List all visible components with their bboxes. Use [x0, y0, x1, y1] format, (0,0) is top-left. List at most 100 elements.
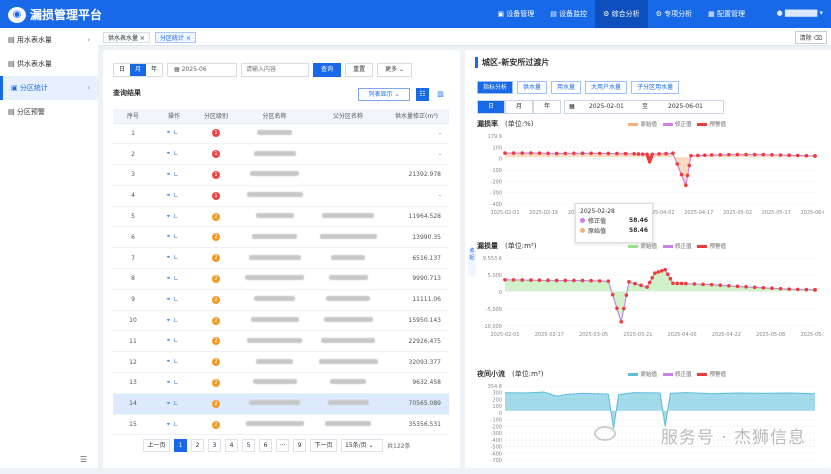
trend-chart-icon[interactable]: ∟: [173, 254, 181, 261]
warning-point[interactable]: [671, 151, 675, 156]
user-menu[interactable]: ● ▇▇▇▇▇▇ ▾: [777, 9, 823, 17]
sidebar-item-water-meter[interactable]: ▤ 用水表水量 ›: [0, 28, 98, 52]
warning-point[interactable]: [804, 287, 809, 292]
warning-point[interactable]: [675, 162, 680, 166]
start-date[interactable]: 2025-02-01: [589, 101, 624, 113]
legend-item[interactable]: 原始值: [628, 370, 657, 378]
warning-point[interactable]: [633, 281, 637, 286]
page-9-button[interactable]: 9: [293, 439, 306, 452]
warning-point[interactable]: [770, 286, 774, 291]
warning-point[interactable]: [752, 152, 757, 157]
warning-point[interactable]: [813, 154, 817, 158]
page-6-button[interactable]: 6: [259, 439, 272, 452]
warning-point[interactable]: [546, 278, 550, 283]
warning-point[interactable]: [735, 152, 740, 157]
warning-point[interactable]: [657, 152, 661, 156]
warning-point[interactable]: [804, 153, 809, 158]
warning-point[interactable]: [580, 151, 585, 156]
warning-point[interactable]: [615, 306, 619, 311]
page-1-button[interactable]: 1: [174, 439, 187, 452]
warning-point[interactable]: [787, 287, 791, 291]
prev-page-button[interactable]: 上一页: [143, 439, 170, 452]
warning-point[interactable]: [589, 278, 593, 283]
warning-point[interactable]: [580, 278, 585, 283]
warning-point[interactable]: [529, 151, 533, 155]
warning-point[interactable]: [687, 163, 692, 168]
metric-large-user-tab[interactable]: 大用户水量: [585, 81, 628, 94]
table-row[interactable]: 12 ⌖∟ 2 32093.377: [113, 351, 449, 374]
chart-view-icon[interactable]: ▥: [434, 88, 447, 101]
sidebar-item-zone-warning[interactable]: ▤ 分区预警: [0, 100, 98, 124]
warning-point[interactable]: [650, 275, 655, 280]
warning-point[interactable]: [718, 153, 723, 157]
page-3-button[interactable]: 3: [208, 439, 221, 452]
table-row[interactable]: 13 ⌖∟ 2 9632.458: [113, 372, 449, 394]
warning-point[interactable]: [692, 282, 697, 286]
day-option[interactable]: 日: [114, 64, 130, 76]
metric-analysis-tab[interactable]: 指标分析: [477, 81, 514, 94]
warning-point[interactable]: [639, 283, 643, 288]
table-row[interactable]: 5 ⌖∟ 2 11964.528: [113, 206, 449, 228]
search-button[interactable]: 查询: [313, 63, 342, 77]
warning-point[interactable]: [727, 152, 731, 157]
warning-point[interactable]: [615, 151, 619, 156]
table-row[interactable]: 6 ⌖∟ 2 13990.35: [113, 226, 449, 249]
warning-point[interactable]: [679, 172, 684, 177]
legend-item[interactable]: 预警值: [697, 120, 726, 128]
sidebar-item-zone-statistics[interactable]: ▣ 分区统计 ›: [0, 76, 98, 100]
warning-point[interactable]: [778, 286, 783, 291]
trend-chart-icon[interactable]: ∟: [173, 296, 181, 303]
trend-chart-icon[interactable]: ∟: [173, 358, 181, 365]
warning-point[interactable]: [610, 292, 615, 297]
nav-device-management[interactable]: ▣ 设备管理: [489, 0, 542, 28]
trend-chart-icon[interactable]: ∟: [173, 337, 181, 344]
nav-device-monitoring[interactable]: ▤ 设备监控: [542, 0, 595, 28]
warning-point[interactable]: [684, 183, 688, 188]
chart-day-option[interactable]: 日: [477, 100, 505, 114]
warning-point[interactable]: [665, 272, 670, 276]
page-2-button[interactable]: 2: [191, 439, 204, 452]
warning-point[interactable]: [668, 276, 673, 281]
legend-item[interactable]: 修正值: [662, 370, 691, 378]
warning-point[interactable]: [554, 278, 559, 283]
reset-button[interactable]: 重置: [345, 63, 374, 77]
warning-point[interactable]: [627, 280, 631, 284]
trend-chart-icon[interactable]: ∟: [173, 275, 181, 282]
warning-point[interactable]: [647, 280, 652, 285]
page-size-select[interactable]: 15条/页 ⌄: [341, 439, 383, 452]
date-range-picker[interactable]: ▦ 2025-02-01 至 2025-06-01: [564, 100, 724, 114]
warning-point[interactable]: [622, 306, 626, 311]
table-row[interactable]: 7 ⌖∟ 2 6516.137: [113, 247, 449, 270]
warning-point[interactable]: [696, 153, 700, 158]
trend-chart-icon[interactable]: ∟: [173, 129, 181, 136]
trend-chart-icon[interactable]: ∟: [173, 233, 181, 240]
trend-chart-icon[interactable]: ∟: [173, 192, 181, 199]
warning-point[interactable]: [636, 152, 641, 156]
search-input[interactable]: [241, 63, 310, 77]
warning-point[interactable]: [503, 151, 507, 155]
page-5-button[interactable]: 5: [242, 439, 255, 452]
warning-point[interactable]: [529, 278, 533, 282]
chart-year-option[interactable]: 年: [533, 100, 561, 114]
warning-point[interactable]: [554, 151, 559, 156]
table-row[interactable]: 14 ⌖∟ 2 70565.089: [113, 393, 449, 415]
end-date[interactable]: 2025-06-01: [668, 101, 703, 113]
warning-point[interactable]: [664, 151, 668, 156]
trend-chart-icon[interactable]: ∟: [173, 213, 181, 220]
warning-point[interactable]: [718, 283, 723, 287]
warning-point[interactable]: [597, 151, 602, 156]
warning-point[interactable]: [563, 278, 568, 283]
warning-point[interactable]: [709, 153, 714, 157]
warning-point[interactable]: [702, 153, 707, 158]
sidebar-collapse-icon[interactable]: ☰: [80, 455, 87, 464]
metric-consumption-tab[interactable]: 用水量: [551, 81, 582, 94]
warning-point[interactable]: [701, 282, 705, 287]
warning-point[interactable]: [520, 151, 525, 155]
trend-chart-icon[interactable]: ∟: [173, 150, 181, 157]
warning-point[interactable]: [761, 285, 766, 290]
table-row[interactable]: 4 ⌖∟ 1 -: [113, 185, 449, 207]
trend-chart-icon[interactable]: ∟: [173, 317, 181, 324]
warning-point[interactable]: [671, 281, 675, 286]
year-option[interactable]: 年: [146, 64, 162, 76]
list-display-dropdown[interactable]: 列表显示 ⌄: [358, 88, 410, 101]
